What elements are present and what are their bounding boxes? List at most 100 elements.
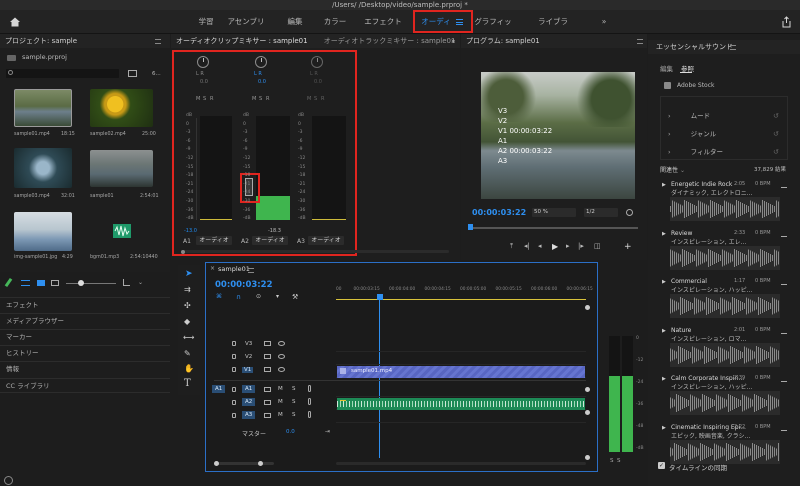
channel-name-a1[interactable]: オーディオ	[196, 236, 232, 245]
pencil-icon[interactable]	[4, 277, 13, 288]
reset-icon[interactable]: ↺	[773, 148, 779, 156]
tab-more[interactable]: »	[451, 34, 455, 48]
download-icon[interactable]	[781, 329, 787, 334]
workspace-assembly[interactable]: アセンブリ	[226, 10, 266, 34]
track-name[interactable]: V1	[242, 367, 254, 373]
timeline-vscroll-handle[interactable]	[585, 410, 590, 415]
reset-icon[interactable]: ↺	[773, 112, 779, 120]
download-icon[interactable]	[781, 426, 787, 431]
menu-effects[interactable]: エフェクト	[0, 297, 170, 312]
play-icon[interactable]: ▶	[552, 242, 558, 251]
eye-icon[interactable]	[278, 341, 285, 346]
snap-icon[interactable]: ∩	[236, 293, 241, 301]
timeline-vscroll-handle[interactable]	[585, 305, 590, 310]
pan-knob[interactable]	[255, 56, 267, 68]
search-input[interactable]	[6, 69, 119, 78]
stock-track-card[interactable]: ▶ Cinematic Inspiring Epi... 2:22 0 BPM エピック…	[660, 424, 790, 466]
workspace-edit[interactable]: 編集	[284, 10, 306, 34]
video-clip[interactable]: sample01.mp4	[337, 366, 585, 378]
eye-icon[interactable]	[278, 354, 285, 359]
chevron-down-icon[interactable]: ⌄	[138, 279, 143, 286]
microphone-icon[interactable]	[308, 385, 311, 392]
solo-button[interactable]: S	[203, 96, 206, 102]
playhead-handle[interactable]	[468, 224, 473, 230]
play-icon[interactable]: ▶	[662, 279, 666, 285]
nest-icon[interactable]: ⌘	[216, 293, 222, 300]
lock-icon[interactable]	[232, 354, 236, 359]
timeline-close-icon[interactable]: ×	[210, 265, 215, 272]
solo-button[interactable]: S	[314, 96, 317, 102]
channel-name-a3[interactable]: オーディオ	[308, 236, 344, 245]
stock-track-card[interactable]: ▶ Review 2:33 0 BPM インスピレーション, エレ...	[660, 230, 790, 272]
step-forward-icon[interactable]: |▸	[578, 242, 584, 250]
workspace-color[interactable]: カラー	[322, 10, 348, 34]
thumbnail-sample02[interactable]	[90, 89, 153, 127]
sync-lock-icon[interactable]	[264, 354, 271, 359]
timeline-ruler[interactable]: 00 00:00:03:15 00:00:04:00 00:00:04:15 00:00…	[336, 285, 593, 305]
reset-icon[interactable]: ↺	[773, 130, 779, 138]
lock-icon[interactable]	[232, 341, 236, 346]
download-icon[interactable]	[781, 377, 787, 382]
sync-lock-icon[interactable]	[264, 387, 271, 392]
pan-knob[interactable]	[197, 56, 209, 68]
stock-track-card[interactable]: ▶ Nature 2:01 0 BPM インスピレーション, ロマ...	[660, 327, 790, 369]
stock-track-card[interactable]: ▶ Commercial 1:17 0 BPM インスピレーション, ハッピ...	[660, 278, 790, 320]
play-icon[interactable]: ▶	[662, 182, 666, 188]
track-name[interactable]: A1	[242, 385, 256, 393]
solo-buttons[interactable]: S S	[610, 458, 620, 464]
icon-view-icon[interactable]	[37, 280, 45, 286]
add-marker-icon[interactable]: ⤒	[510, 242, 513, 251]
hand-icon[interactable]: ✋	[184, 364, 194, 373]
selection-tool-icon[interactable]: ➤	[185, 269, 193, 279]
pen-icon[interactable]: ✎	[184, 349, 191, 358]
tab-audio-clip-mixer[interactable]: オーディオクリップミキサー : sample01	[176, 37, 308, 45]
workspace-graphics[interactable]: グラフィック	[474, 10, 512, 50]
add-button-icon[interactable]: +	[624, 242, 632, 252]
panel-menu-icon[interactable]	[730, 45, 736, 50]
work-area-bar[interactable]	[336, 299, 586, 300]
timeline-scrollbar[interactable]	[214, 462, 274, 465]
thumbnail-sample01-seq[interactable]	[90, 150, 153, 187]
step-back-icon[interactable]: ◂|	[524, 242, 530, 250]
record-button[interactable]: R	[266, 96, 269, 102]
workspace-effects[interactable]: エフェクト	[364, 10, 402, 34]
sort-icon[interactable]	[123, 279, 130, 286]
track-select-icon[interactable]: ⇉	[184, 285, 191, 294]
solo-button[interactable]: S	[292, 386, 296, 392]
channel-name-a2[interactable]: オーディオ	[252, 236, 288, 245]
track-name[interactable]: V3	[245, 341, 252, 347]
mute-button[interactable]: M	[196, 96, 200, 102]
slip-icon[interactable]: ⟷	[183, 333, 194, 342]
tab-audio-track-mixer[interactable]: オーディオトラックミキサー : sample01	[324, 37, 456, 45]
timeline-scroll-handle[interactable]	[214, 461, 219, 466]
wrench-icon[interactable]: ⚒	[292, 293, 298, 301]
track-name[interactable]: A3	[242, 411, 256, 419]
pan-knob[interactable]	[311, 56, 323, 68]
lock-icon[interactable]	[232, 413, 236, 418]
microphone-icon[interactable]	[308, 411, 311, 418]
lock-icon[interactable]	[232, 387, 236, 392]
menu-media-browser[interactable]: メディアブラウザー	[0, 313, 170, 328]
filter-filters[interactable]: › フィルター	[660, 145, 788, 159]
settings-icon[interactable]	[626, 209, 633, 216]
download-icon[interactable]	[781, 280, 787, 285]
menu-info[interactable]: 情報	[0, 361, 170, 376]
frame-back-icon[interactable]: ◂	[538, 242, 542, 250]
zoom-select[interactable]: 50 %	[532, 208, 576, 217]
mute-button[interactable]: M	[278, 386, 283, 392]
sync-lock-icon[interactable]	[264, 413, 271, 418]
record-button[interactable]: R	[321, 96, 324, 102]
workspace-library[interactable]: ライブラリ	[536, 10, 570, 50]
play-icon[interactable]: ▶	[662, 376, 666, 382]
mute-button[interactable]: M	[278, 412, 283, 418]
zoom-slider[interactable]	[66, 280, 116, 286]
filter-mood[interactable]: › ムード	[660, 109, 788, 123]
zoom-slider-handle[interactable]	[78, 280, 84, 286]
workspace-audio[interactable]: オーディオ	[420, 10, 452, 50]
mute-button[interactable]: M	[278, 399, 283, 405]
menu-history[interactable]: ヒストリー	[0, 345, 170, 360]
thumbnail-bgm01[interactable]	[90, 212, 153, 251]
razor-icon[interactable]: ◆	[184, 317, 190, 326]
mute-button[interactable]: M	[307, 96, 311, 102]
freeform-view-icon[interactable]	[51, 280, 59, 286]
